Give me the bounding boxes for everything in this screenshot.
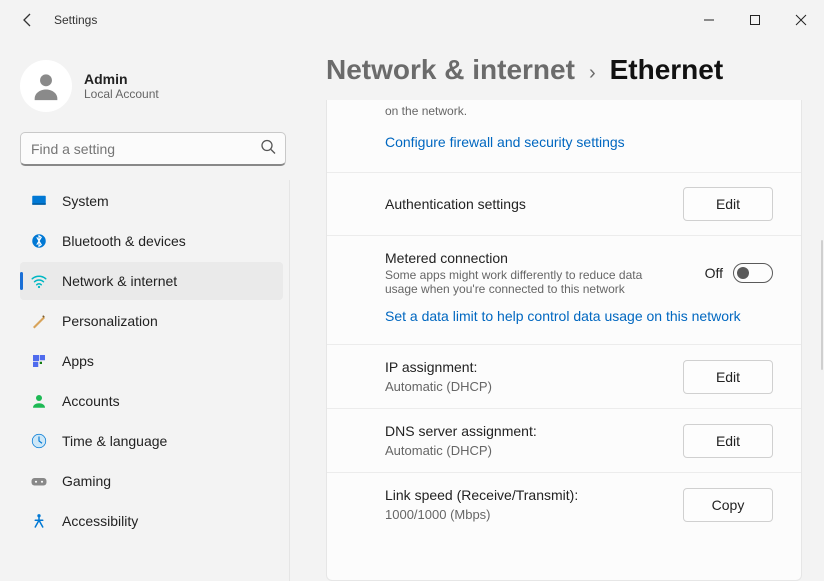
auth-edit-button[interactable]: Edit bbox=[683, 187, 773, 221]
back-arrow-icon bbox=[20, 12, 36, 28]
sidebar-item-label: Network & internet bbox=[62, 273, 177, 289]
sidebar-item-label: Personalization bbox=[62, 313, 158, 329]
search-input[interactable] bbox=[20, 132, 286, 166]
avatar bbox=[20, 60, 72, 112]
close-button[interactable] bbox=[778, 0, 824, 40]
row-authentication: Authentication settings Edit bbox=[327, 173, 801, 236]
sidebar-item-label: Accounts bbox=[62, 393, 120, 409]
main: Network & internet › Ethernet on the net… bbox=[300, 40, 824, 581]
metered-label: Metered connection bbox=[385, 250, 689, 266]
row-ip: IP assignment: Automatic (DHCP) Edit bbox=[327, 345, 801, 409]
sidebar-item-label: Gaming bbox=[62, 473, 111, 489]
sidebar-item-label: System bbox=[62, 193, 109, 209]
ip-label: IP assignment: bbox=[385, 359, 667, 375]
speed-copy-button[interactable]: Copy bbox=[683, 488, 773, 522]
firewall-link[interactable]: Configure firewall and security settings bbox=[385, 134, 625, 150]
data-limit-link[interactable]: Set a data limit to help control data us… bbox=[385, 308, 741, 324]
sidebar-item-label: Bluetooth & devices bbox=[62, 233, 186, 249]
row-dns: DNS server assignment: Automatic (DHCP) … bbox=[327, 409, 801, 473]
metered-sub: Some apps might work differently to redu… bbox=[385, 268, 665, 296]
user-block[interactable]: Admin Local Account bbox=[20, 60, 286, 112]
sidebar-item-bluetooth-devices[interactable]: Bluetooth & devices bbox=[20, 222, 283, 260]
nav-icon bbox=[30, 512, 48, 530]
auth-label: Authentication settings bbox=[385, 196, 667, 212]
nav-icon bbox=[30, 312, 48, 330]
window-controls bbox=[686, 0, 824, 40]
chevron-right-icon: › bbox=[589, 62, 596, 85]
row-metered: Metered connection Some apps might work … bbox=[327, 236, 801, 302]
speed-label: Link speed (Receive/Transmit): bbox=[385, 487, 667, 503]
nav-icon bbox=[30, 232, 48, 250]
nav-icon bbox=[30, 392, 48, 410]
sidebar: Admin Local Account System Bluetooth & de… bbox=[0, 40, 300, 581]
user-name: Admin bbox=[84, 71, 159, 87]
row-speed: Link speed (Receive/Transmit): 1000/1000… bbox=[327, 473, 801, 536]
search-box bbox=[20, 132, 286, 166]
dns-label: DNS server assignment: bbox=[385, 423, 667, 439]
panel-scroller[interactable]: on the network. Configure firewall and s… bbox=[327, 100, 801, 580]
metered-toggle-label: Off bbox=[705, 265, 723, 281]
sidebar-item-label: Apps bbox=[62, 353, 94, 369]
metered-toggle[interactable] bbox=[733, 263, 773, 283]
dns-edit-button[interactable]: Edit bbox=[683, 424, 773, 458]
minimize-button[interactable] bbox=[686, 0, 732, 40]
sidebar-item-label: Time & language bbox=[62, 433, 167, 449]
sidebar-item-accounts[interactable]: Accounts bbox=[20, 382, 283, 420]
speed-value: 1000/1000 (Mbps) bbox=[385, 507, 667, 522]
maximize-button[interactable] bbox=[732, 0, 778, 40]
nav-icon bbox=[30, 272, 48, 290]
scrollbar-indicator[interactable] bbox=[821, 240, 823, 370]
truncated-text-tail: on the network. bbox=[327, 100, 801, 128]
titlebar: Settings bbox=[0, 0, 824, 40]
dns-value: Automatic (DHCP) bbox=[385, 443, 667, 458]
person-icon bbox=[29, 69, 63, 103]
sidebar-item-network-internet[interactable]: Network & internet bbox=[20, 262, 283, 300]
breadcrumb-parent[interactable]: Network & internet bbox=[326, 54, 575, 86]
sidebar-item-apps[interactable]: Apps bbox=[20, 342, 283, 380]
window-title: Settings bbox=[54, 13, 97, 27]
breadcrumb: Network & internet › Ethernet bbox=[326, 54, 802, 86]
breadcrumb-current: Ethernet bbox=[610, 54, 724, 86]
ip-value: Automatic (DHCP) bbox=[385, 379, 667, 394]
nav: System Bluetooth & devices Network & inter… bbox=[16, 180, 290, 581]
nav-icon bbox=[30, 352, 48, 370]
back-button[interactable] bbox=[8, 0, 48, 40]
sidebar-item-label: Accessibility bbox=[62, 513, 138, 529]
sidebar-item-time-language[interactable]: Time & language bbox=[20, 422, 283, 460]
sidebar-item-system[interactable]: System bbox=[20, 182, 283, 220]
sidebar-item-personalization[interactable]: Personalization bbox=[20, 302, 283, 340]
nav-icon bbox=[30, 472, 48, 490]
nav-icon bbox=[30, 432, 48, 450]
ip-edit-button[interactable]: Edit bbox=[683, 360, 773, 394]
nav-icon bbox=[30, 192, 48, 210]
content-panel: on the network. Configure firewall and s… bbox=[326, 100, 802, 581]
sidebar-item-accessibility[interactable]: Accessibility bbox=[20, 502, 283, 540]
user-sub: Local Account bbox=[84, 87, 159, 101]
sidebar-item-gaming[interactable]: Gaming bbox=[20, 462, 283, 500]
